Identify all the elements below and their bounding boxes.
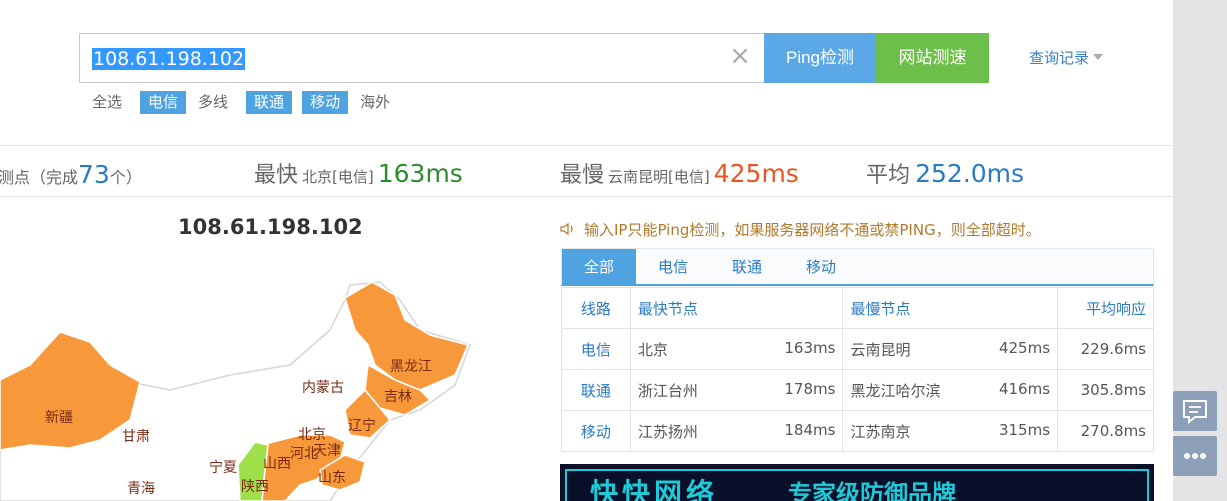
ping-button[interactable]: Ping检测 (764, 33, 876, 83)
ping-page: 108.61.198.102 × Ping检测 网站测速 查询记录 全选 电信 … (0, 0, 1227, 501)
label-liaoning: 辽宁 (348, 417, 376, 434)
label-xinjiang: 新疆 (45, 410, 73, 426)
table-row: 移动 江苏扬州 184ms 江苏南京 315ms 270.8ms (561, 410, 1154, 452)
label-gansu: 甘肃 (122, 429, 150, 445)
row-average: 229.6ms (1057, 328, 1154, 370)
table-row: 电信 北京 163ms 云南昆明 425ms 229.6ms (561, 328, 1154, 370)
row-slowest: 江苏南京 315ms (842, 410, 1059, 452)
row-line[interactable]: 移动 (561, 410, 631, 452)
filter-telecom[interactable]: 电信 (140, 90, 187, 114)
label-hebei: 河北 (290, 446, 318, 462)
history-dropdown[interactable]: 查询记录 (1029, 47, 1104, 68)
speed-test-button[interactable]: 网站测速 (876, 33, 989, 83)
label-shandong: 山东 (318, 470, 346, 486)
line-filters: 全选 电信 多线 联通 移动 海外 (90, 90, 408, 114)
filter-mobile[interactable]: 移动 (302, 90, 349, 114)
row-fastest: 浙江台州 178ms (629, 369, 844, 411)
tab-unicom[interactable]: 联通 (710, 249, 784, 285)
result-table: 线路 最快节点 最慢节点 平均响应 电信 北京 163ms 云南昆明 425ms 2… (561, 287, 1154, 452)
search-input[interactable]: 108.61.198.102 (92, 46, 692, 72)
row-fastest: 北京 163ms (629, 328, 844, 370)
more-button[interactable] (1173, 436, 1217, 476)
row-average: 305.8ms (1057, 369, 1154, 411)
header-fastest: 最快节点 (629, 287, 844, 329)
completed-count: 测点（完成73个） (0, 160, 142, 189)
search-box[interactable]: 108.61.198.102 × (79, 33, 765, 83)
label-beijing: 北京 (298, 427, 326, 443)
label-qinghai: 青海 (127, 481, 155, 497)
label-shaanxi: 陕西 (241, 479, 269, 495)
row-fastest: 江苏扬州 184ms (629, 410, 844, 452)
label-jilin: 吉林 (384, 389, 412, 405)
filter-unicom[interactable]: 联通 (246, 90, 293, 114)
header-slowest: 最慢节点 (842, 287, 1059, 329)
ad-slogan: 专家级防御品牌 (788, 480, 956, 501)
label-neimenggu: 内蒙古 (302, 380, 344, 396)
header-average: 平均响应 (1057, 287, 1154, 329)
caret-down-icon (1093, 54, 1104, 60)
divider (0, 196, 1173, 197)
row-line[interactable]: 联通 (561, 369, 631, 411)
label-shanxi: 山西 (263, 456, 291, 472)
chat-icon (1183, 400, 1207, 425)
row-average: 270.8ms (1057, 410, 1154, 452)
fastest-summary: 最快 北京[电信] 163ms (254, 159, 463, 188)
more-icon (1184, 453, 1206, 459)
row-slowest: 云南昆明 425ms (842, 328, 1059, 370)
tab-all[interactable]: 全部 (562, 249, 637, 285)
ad-banner[interactable]: 快快网络 专家级防御品牌 (560, 464, 1154, 501)
row-line[interactable]: 电信 (561, 328, 631, 370)
slowest-summary: 最慢 云南昆明[电信] 425ms (560, 159, 799, 188)
row-slowest: 黑龙江哈尔滨 416ms (842, 369, 1059, 411)
average-summary: 平均 252.0ms (866, 159, 1025, 188)
header-line: 线路 (561, 287, 631, 329)
result-tabs: 全部 电信 联通 移动 (561, 248, 1154, 286)
table-header-row: 线路 最快节点 最慢节点 平均响应 (561, 287, 1154, 329)
map-title: 108.61.198.102 (178, 215, 363, 239)
speaker-icon (560, 222, 573, 236)
label-heilongjiang: 黑龙江 (390, 359, 432, 375)
ad-logo: 快快网络 (590, 477, 719, 501)
filter-all[interactable]: 全选 (90, 91, 124, 114)
tab-telecom[interactable]: 电信 (636, 249, 710, 285)
tab-mobile[interactable]: 移动 (784, 249, 858, 285)
feedback-button[interactable] (1173, 391, 1217, 431)
divider (0, 145, 1173, 146)
filter-overseas[interactable]: 海外 (358, 91, 392, 114)
close-icon[interactable]: × (728, 43, 752, 69)
ping-notice: 输入IP只能Ping检测，如果服务器网络不通或禁PING，则全部超时。 (560, 219, 1041, 240)
table-row: 联通 浙江台州 178ms 黑龙江哈尔滨 416ms 305.8ms (561, 369, 1154, 411)
filter-multiline[interactable]: 多线 (196, 91, 230, 114)
china-map: 新疆 甘肃 青海 内蒙古 黑龙江 吉林 辽宁 北京 天津 河北 宁夏 山西 陕西… (0, 281, 471, 501)
label-ningxia: 宁夏 (209, 459, 237, 476)
